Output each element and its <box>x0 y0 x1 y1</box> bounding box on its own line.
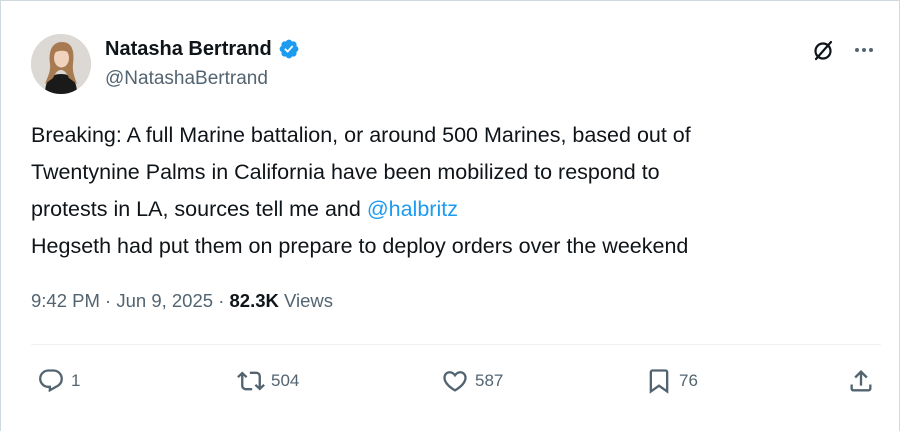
tweet-line: Twentynine Palms in California have been… <box>31 160 660 184</box>
tweet-date[interactable]: Jun 9, 2025 <box>116 290 213 311</box>
action-bar: 1 504 587 76 <box>31 363 881 399</box>
tweet-line-text: protests in LA, sources tell me and <box>31 197 367 221</box>
verified-badge-icon[interactable] <box>278 38 300 60</box>
reply-icon <box>39 369 63 393</box>
like-count: 587 <box>475 371 504 390</box>
tweet-text: Breaking: A full Marine battalion, or ar… <box>31 117 871 265</box>
views-count: 82.3K <box>229 290 279 311</box>
top-actions <box>811 37 877 63</box>
share-icon <box>850 370 872 392</box>
bookmark-icon <box>649 369 669 394</box>
bookmark-count: 76 <box>679 371 698 390</box>
retweet-count: 504 <box>271 371 300 390</box>
tweet-meta: 9:42 PM · Jun 9, 2025 · 82.3K Views <box>31 289 333 313</box>
grok-icon[interactable] <box>811 37 837 63</box>
tweet-line: Breaking: A full Marine battalion, or ar… <box>31 123 691 147</box>
tweet-time[interactable]: 9:42 PM <box>31 290 100 311</box>
mention-link[interactable]: @halbritz <box>367 197 458 221</box>
avatar[interactable] <box>31 34 91 94</box>
name-row: Natasha Bertrand <box>105 37 300 61</box>
like-button[interactable]: 587 <box>441 363 503 399</box>
tweet-line: protests in LA, sources tell me and @hal… <box>31 191 871 228</box>
tweet-line: Hegseth had put them on prepare to deplo… <box>31 234 689 258</box>
more-horizontal-icon[interactable] <box>851 37 877 63</box>
views-label: Views <box>278 290 334 311</box>
reply-button[interactable]: 1 <box>37 363 80 399</box>
divider <box>31 344 881 345</box>
retweet-button[interactable]: 504 <box>237 363 299 399</box>
share-button[interactable] <box>847 363 875 399</box>
meta-separator: · <box>213 290 230 311</box>
bookmark-button[interactable]: 76 <box>645 363 698 399</box>
avatar-image <box>31 34 91 94</box>
retweet-icon <box>237 371 265 391</box>
tweet-card: Natasha Bertrand @NatashaBertrand Breaki… <box>0 0 900 431</box>
reply-count: 1 <box>71 371 81 390</box>
heart-icon <box>443 371 467 392</box>
display-name[interactable]: Natasha Bertrand <box>105 37 272 61</box>
meta-separator: · <box>99 290 117 311</box>
author-info: Natasha Bertrand @NatashaBertrand <box>105 37 300 91</box>
author-handle[interactable]: @NatashaBertrand <box>105 67 300 91</box>
